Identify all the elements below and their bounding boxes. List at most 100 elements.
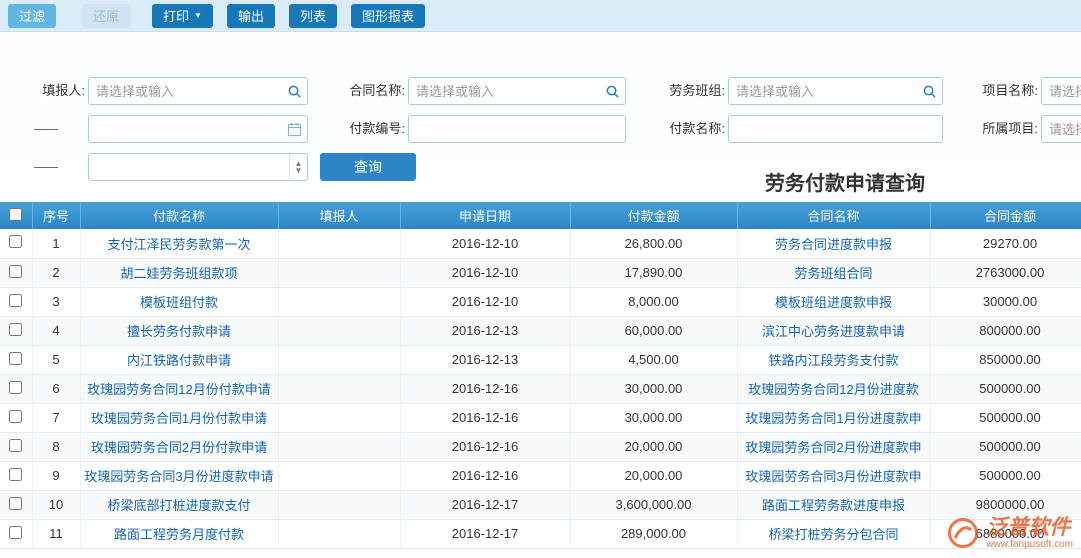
contract-name-link[interactable]: 滨江中心劳务进度款申请 (737, 316, 931, 346)
print-button[interactable]: 打印 ▼ (152, 3, 213, 28)
payment-name-link[interactable]: 玫瑰园劳务合同12月份付款申请 (80, 374, 279, 404)
print-button-label: 打印 (163, 9, 190, 24)
contract-name-link[interactable]: 路面工程劳务款进度申报 (737, 490, 931, 520)
row-checkbox[interactable] (9, 235, 23, 249)
contract-name-link[interactable]: 玫瑰园劳务合同1月份进度款申 (737, 403, 931, 433)
table-row: 11 路面工程劳务月度付款 2016-12-17 289,000.00 桥梁打桩… (0, 519, 1081, 549)
row-contract-amount: 500000.00 (930, 432, 1081, 462)
row-reporter (278, 258, 401, 288)
row-checkbox-cell (0, 432, 33, 462)
row-reporter (278, 345, 401, 375)
contract-name-input[interactable] (409, 78, 599, 104)
contract-name-link[interactable]: 玫瑰园劳务合同3月份进度款申 (737, 461, 931, 491)
amount-field: ▲ ▼ (88, 153, 308, 181)
row-checkbox[interactable] (9, 264, 23, 278)
labor-team-input[interactable] (729, 78, 916, 104)
row-reporter (278, 229, 401, 259)
row-index: 9 (32, 461, 81, 491)
reporter-label: 填报人: (42, 83, 85, 98)
output-button[interactable]: 输出 (226, 3, 275, 28)
contract-name-link[interactable]: 劳务班组合同 (737, 258, 931, 288)
reporter-field (88, 77, 308, 105)
row-checkbox[interactable] (9, 322, 23, 336)
row-checkbox[interactable] (9, 438, 23, 452)
table-row: 4 擅长劳务付款申请 2016-12-13 60,000.00 滨江中心劳务进度… (0, 316, 1081, 346)
row-checkbox[interactable] (9, 351, 23, 365)
row-amount: 26,800.00 (570, 229, 738, 259)
row-checkbox-cell (0, 229, 33, 259)
row-checkbox[interactable] (9, 293, 23, 307)
belong-project-input[interactable] (1042, 116, 1081, 142)
project-name-input[interactable] (1042, 78, 1081, 104)
project-name-field (1041, 77, 1081, 105)
payment-name-link[interactable]: 胡二娃劳务班组款项 (80, 258, 279, 288)
payment-name-link[interactable]: 玫瑰园劳务合同1月份付款申请 (80, 403, 279, 433)
reporter-input[interactable] (89, 78, 281, 104)
table-row: 7 玫瑰园劳务合同1月份付款申请 2016-12-16 30,000.00 玫瑰… (0, 403, 1081, 433)
col-header-date: 申请日期 (400, 202, 571, 229)
col-header-contract-name: 合同名称 (737, 202, 931, 229)
chart-report-button[interactable]: 图形报表 (351, 3, 426, 28)
step-down-icon[interactable]: ▼ (295, 167, 303, 175)
row-checkbox-cell (0, 258, 33, 288)
payment-name-link[interactable]: 擅长劳务付款申请 (80, 316, 279, 346)
contract-name-link[interactable]: 劳务合同进度款申报 (737, 229, 931, 259)
row-checkbox[interactable] (9, 380, 23, 394)
list-button[interactable]: 列表 (288, 3, 337, 28)
contract-name-link[interactable]: 桥梁打桩劳务分包合同 (737, 519, 931, 549)
contract-name-link[interactable]: 玫瑰园劳务合同12月份进度款 (737, 374, 931, 404)
search-icon[interactable] (599, 78, 625, 104)
amount-input[interactable] (89, 154, 289, 180)
select-all-checkbox[interactable] (9, 207, 23, 221)
row-reporter (278, 490, 401, 520)
contract-name-link[interactable]: 模板班组进度款申报 (737, 287, 931, 317)
toolbar: 过滤 还原 打印 ▼ 输出 列表 图形报表 (0, 0, 1081, 32)
row-index: 11 (32, 519, 81, 549)
row-checkbox[interactable] (9, 496, 23, 510)
payment-name-link[interactable]: 玫瑰园劳务合同3月份进度款申请 (80, 461, 279, 491)
filter-button[interactable]: 过滤 (8, 3, 57, 28)
row-checkbox[interactable] (9, 525, 23, 539)
row-checkbox-cell (0, 316, 33, 346)
search-icon[interactable] (916, 78, 942, 104)
search-icon[interactable] (281, 78, 307, 104)
table-row: 1 支付江泽民劳务款第一次 2016-12-10 26,800.00 劳务合同进… (0, 229, 1081, 259)
date-input[interactable] (89, 116, 281, 142)
table-row: 6 玫瑰园劳务合同12月份付款申请 2016-12-16 30,000.00 玫… (0, 374, 1081, 404)
row-amount: 4,500.00 (570, 345, 738, 375)
row-date: 2016-12-10 (400, 229, 571, 259)
row-checkbox-cell (0, 374, 33, 404)
payment-name-input[interactable] (729, 116, 942, 142)
query-button[interactable]: 查询 (320, 153, 416, 181)
row-contract-amount: 29270.00 (930, 229, 1081, 259)
payment-name-link[interactable]: 桥梁底部打桩进度款支付 (80, 490, 279, 520)
row-date: 2016-12-10 (400, 258, 571, 288)
row-date: 2016-12-17 (400, 490, 571, 520)
row-index: 10 (32, 490, 81, 520)
row-amount: 60,000.00 (570, 316, 738, 346)
row-date: 2016-12-16 (400, 403, 571, 433)
payment-name-link[interactable]: 路面工程劳务月度付款 (80, 519, 279, 549)
table-row: 5 内江铁路付款申请 2016-12-13 4,500.00 铁路内江段劳务支付… (0, 345, 1081, 375)
row-contract-amount: 800000.00 (930, 316, 1081, 346)
contract-name-link[interactable]: 铁路内江段劳务支付款 (737, 345, 931, 375)
row-amount: 30,000.00 (570, 374, 738, 404)
row-contract-amount: 6880000.00 (930, 519, 1081, 549)
payment-name-link[interactable]: 玫瑰园劳务合同2月份付款申请 (80, 432, 279, 462)
row-checkbox-cell (0, 287, 33, 317)
payment-name-link[interactable]: 内江铁路付款申请 (80, 345, 279, 375)
row-checkbox[interactable] (9, 467, 23, 481)
col-header-payment-name: 付款名称 (80, 202, 279, 229)
calendar-icon[interactable] (281, 116, 307, 142)
payment-no-input[interactable] (409, 116, 625, 142)
contract-name-link[interactable]: 玫瑰园劳务合同2月份进度款申 (737, 432, 931, 462)
payment-no-field (408, 115, 626, 143)
row-index: 4 (32, 316, 81, 346)
row-index: 2 (32, 258, 81, 288)
payment-name-link[interactable]: 支付江泽民劳务款第一次 (80, 229, 279, 259)
row-date: 2016-12-16 (400, 374, 571, 404)
row-checkbox[interactable] (9, 409, 23, 423)
number-stepper[interactable]: ▲ ▼ (289, 154, 307, 180)
payment-name-link[interactable]: 模板班组付款 (80, 287, 279, 317)
row-reporter (278, 316, 401, 346)
